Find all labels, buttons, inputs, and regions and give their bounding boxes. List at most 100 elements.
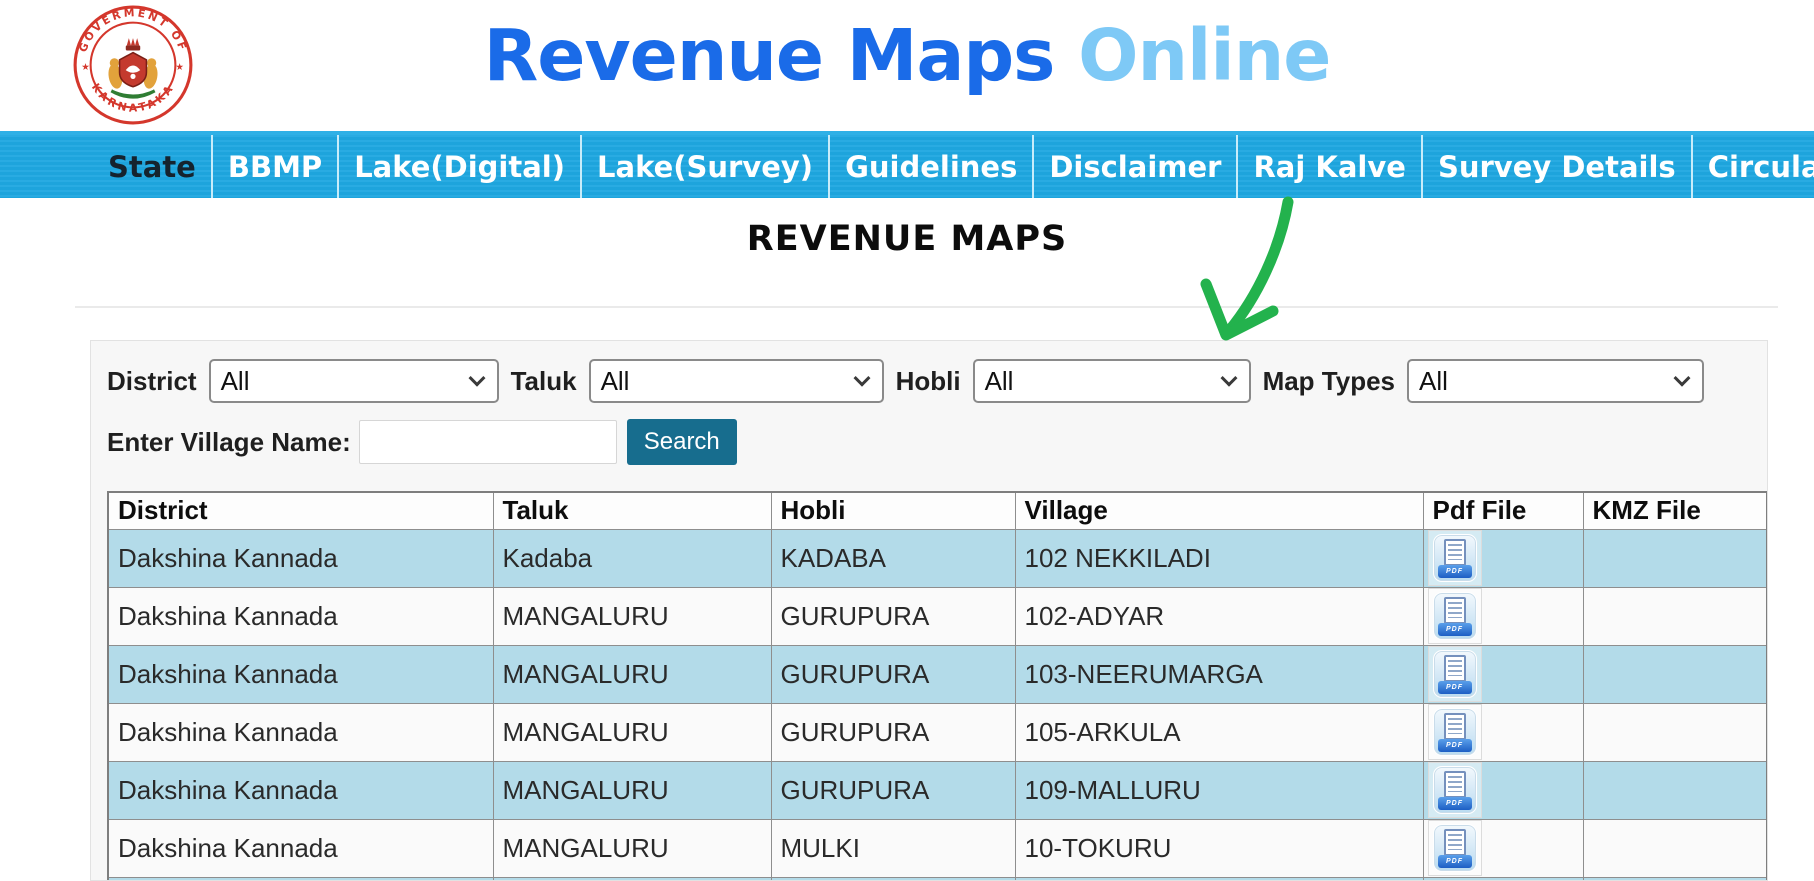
pdf-file-cell: PDF: [1422, 644, 1584, 704]
pdf-file-cell: PDF: [1422, 702, 1584, 762]
table-row-partial: [107, 876, 1767, 880]
district-cell: [107, 876, 494, 880]
pdf-file-cell: [1422, 876, 1584, 880]
column-header-village: Village: [1014, 491, 1424, 530]
village-cell: 109-MALLURU: [1014, 760, 1424, 820]
nav-item-state[interactable]: State: [93, 135, 213, 198]
hobli-label: Hobli: [895, 365, 961, 396]
district-cell: Dakshina Kannada: [107, 644, 494, 704]
hobli-select-value: All: [984, 365, 1014, 396]
chevron-down-icon: [1673, 369, 1691, 387]
hobli-cell: GURUPURA: [770, 702, 1016, 762]
district-cell: Dakshina Kannada: [107, 702, 494, 762]
taluk-cell: MANGALURU: [492, 644, 772, 704]
nav-item-lake-digital[interactable]: Lake(Digital): [339, 135, 583, 198]
revenue-maps-panel: District All Taluk All Hobli All Map Typ…: [90, 340, 1768, 881]
village-name-input[interactable]: [358, 420, 617, 464]
search-button[interactable]: Search: [626, 419, 737, 465]
district-cell: Dakshina Kannada: [107, 818, 494, 878]
site-title-secondary: Online: [1078, 14, 1331, 97]
table-header-row: District Taluk Hobli Village Pdf File KM…: [107, 491, 1767, 530]
village-search-row: Enter Village Name: Search: [107, 419, 1767, 465]
pdf-file-cell: PDF: [1422, 586, 1584, 646]
pdf-download-button[interactable]: PDF: [1427, 704, 1482, 760]
kmz-file-cell: [1582, 528, 1767, 588]
village-name-label: Enter Village Name:: [107, 426, 351, 457]
map-types-label: Map Types: [1262, 365, 1395, 396]
main-navbar: State BBMP Lake(Digital) Lake(Survey) Gu…: [0, 131, 1814, 198]
district-cell: Dakshina Kannada: [107, 528, 494, 588]
kmz-file-cell: [1582, 818, 1767, 878]
pdf-ribbon-label: PDF: [1437, 565, 1472, 578]
site-title: Revenue Maps Online: [0, 0, 1814, 118]
district-select[interactable]: All: [208, 359, 499, 403]
table-row: Dakshina Kannada MANGALURU GURUPURA 103-…: [107, 644, 1767, 704]
hobli-cell: GURUPURA: [770, 760, 1016, 820]
table-row: Dakshina Kannada MANGALURU GURUPURA 109-…: [107, 760, 1767, 820]
hobli-cell: GURUPURA: [770, 644, 1016, 704]
district-label: District: [107, 365, 197, 396]
chevron-down-icon: [853, 369, 871, 387]
pdf-file-cell: PDF: [1422, 818, 1584, 878]
nav-item-survey-details[interactable]: Survey Details: [1423, 135, 1693, 198]
kmz-file-cell: [1582, 702, 1767, 762]
column-header-pdf-file: Pdf File: [1422, 491, 1584, 530]
page-title: REVENUE MAPS: [746, 219, 1068, 259]
taluk-select-value: All: [600, 365, 630, 396]
village-cell: 105-ARKULA: [1014, 702, 1424, 762]
village-cell: 10-TOKURU: [1014, 818, 1424, 878]
column-header-district: District: [107, 491, 494, 530]
village-cell: 103-NEERUMARGA: [1014, 644, 1424, 704]
kmz-file-cell: [1582, 586, 1767, 646]
site-title-primary: Revenue Maps: [483, 14, 1056, 97]
hobli-cell: KADABA: [770, 528, 1016, 588]
map-types-select[interactable]: All: [1407, 359, 1704, 403]
pdf-download-button[interactable]: PDF: [1427, 646, 1482, 702]
taluk-cell: MANGALURU: [492, 760, 772, 820]
table-body: Dakshina Kannada Kadaba KADABA 102 NEKKI…: [107, 528, 1767, 880]
taluk-cell: MANGALURU: [492, 586, 772, 646]
hobli-select[interactable]: All: [972, 359, 1251, 403]
pdf-ribbon-label: PDF: [1437, 681, 1472, 694]
horizontal-divider: [75, 306, 1778, 308]
pdf-file-cell: PDF: [1422, 528, 1584, 588]
pdf-download-button[interactable]: PDF: [1427, 588, 1482, 644]
nav-item-circular[interactable]: Circular: [1693, 135, 1814, 198]
pdf-download-button[interactable]: PDF: [1427, 820, 1482, 876]
nav-item-disclaimer[interactable]: Disclaimer: [1034, 135, 1239, 198]
nav-item-bbmp[interactable]: BBMP: [213, 135, 340, 198]
pdf-download-button[interactable]: PDF: [1427, 530, 1482, 586]
revenue-maps-table: District Taluk Hobli Village Pdf File KM…: [107, 491, 1767, 880]
taluk-cell: MANGALURU: [492, 702, 772, 762]
pdf-file-icon: PDF: [1432, 650, 1477, 698]
table-row: Dakshina Kannada MANGALURU GURUPURA 102-…: [107, 586, 1767, 646]
pdf-file-icon: PDF: [1432, 824, 1477, 872]
pdf-download-button[interactable]: PDF: [1427, 762, 1482, 818]
taluk-cell: Kadaba: [492, 528, 772, 588]
pdf-ribbon-label: PDF: [1437, 855, 1472, 868]
hobli-cell: [770, 876, 1016, 880]
pdf-ribbon-label: PDF: [1437, 797, 1472, 810]
table-row: Dakshina Kannada MANGALURU GURUPURA 105-…: [107, 702, 1767, 762]
district-cell: Dakshina Kannada: [107, 760, 494, 820]
taluk-select[interactable]: All: [588, 359, 884, 403]
chevron-down-icon: [1220, 369, 1238, 387]
kmz-file-cell: [1582, 760, 1767, 820]
column-header-hobli: Hobli: [770, 491, 1016, 530]
pdf-ribbon-label: PDF: [1437, 623, 1472, 636]
village-cell: 102-ADYAR: [1014, 586, 1424, 646]
nav-item-lake-survey[interactable]: Lake(Survey): [582, 135, 831, 198]
nav-item-raj-kalve[interactable]: Raj Kalve: [1238, 135, 1423, 198]
kmz-file-cell: [1582, 644, 1767, 704]
village-cell: [1014, 876, 1424, 880]
column-header-kmz-file: KMZ File: [1582, 491, 1767, 530]
table-row: Dakshina Kannada MANGALURU MULKI 10-TOKU…: [107, 818, 1767, 878]
pdf-file-icon: PDF: [1432, 766, 1477, 814]
pdf-file-icon: PDF: [1432, 592, 1477, 640]
taluk-cell: MANGALURU: [492, 818, 772, 878]
hobli-cell: GURUPURA: [770, 586, 1016, 646]
pdf-file-icon: PDF: [1432, 534, 1477, 582]
table-row: Dakshina Kannada Kadaba KADABA 102 NEKKI…: [107, 528, 1767, 588]
hobli-cell: MULKI: [770, 818, 1016, 878]
nav-item-guidelines[interactable]: Guidelines: [830, 135, 1035, 198]
